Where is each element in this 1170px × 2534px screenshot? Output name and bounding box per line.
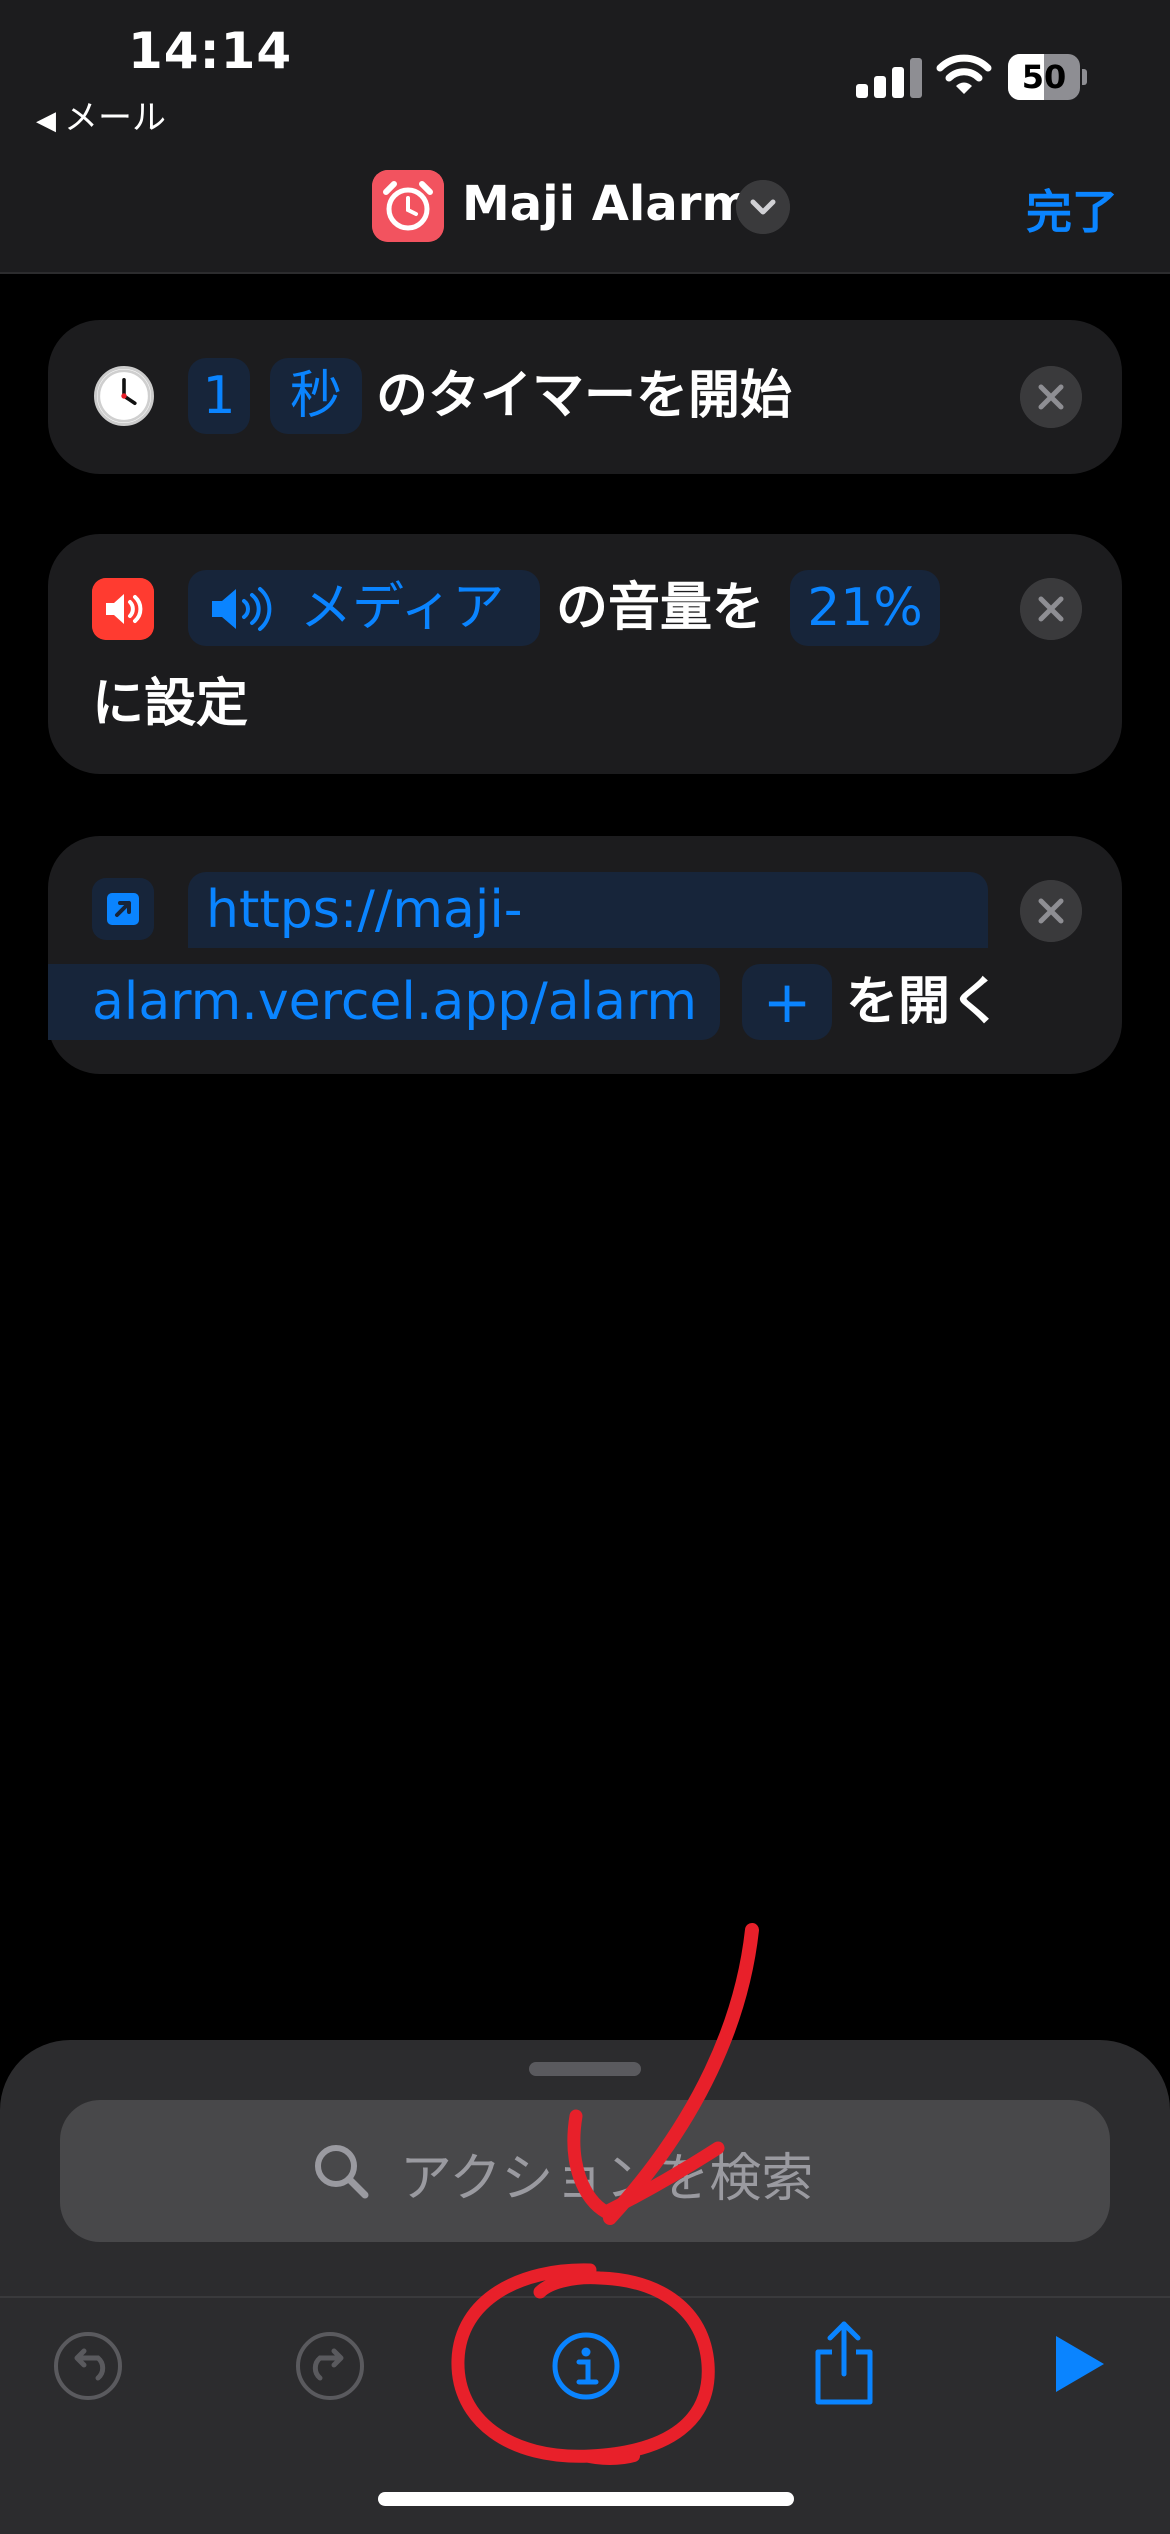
battery-icon: 50 — [1008, 54, 1088, 100]
remove-action-icon[interactable] — [1020, 578, 1082, 640]
volume-target-token[interactable]: メディア — [188, 570, 540, 646]
volume-value-token[interactable]: 21% — [790, 570, 940, 646]
link-icon — [92, 878, 154, 940]
timer-action-text: のタイマーを開始 — [376, 366, 793, 426]
alarm-clock-icon — [372, 170, 444, 242]
timer-unit-token[interactable]: 秒 — [270, 358, 362, 434]
volume-target-label: メディア — [300, 578, 505, 638]
back-to-app-button[interactable]: ◀ メール — [36, 90, 166, 139]
nav-divider — [0, 272, 1170, 274]
annotation-overlay — [451, 1923, 759, 2465]
add-variable-button[interactable]: + — [742, 964, 832, 1040]
clock-icon — [94, 366, 154, 426]
volume-action-text: の音量を — [556, 578, 765, 638]
speaker-icon — [92, 578, 154, 640]
back-app-label: メール — [64, 98, 166, 138]
battery-percent: 50 — [1021, 58, 1067, 96]
remove-action-icon[interactable] — [1020, 880, 1082, 942]
chevron-down-icon[interactable] — [736, 180, 790, 234]
url-token-line-1[interactable]: https://maji- — [188, 872, 988, 948]
remove-action-icon[interactable] — [1020, 366, 1082, 428]
shortcut-title[interactable]: Maji Alarm — [462, 176, 751, 232]
wifi-icon — [936, 54, 992, 94]
volume-action-text-2: に設定 — [92, 674, 249, 734]
back-triangle-icon: ◀ — [36, 106, 56, 136]
done-button[interactable]: 完了 — [1026, 176, 1118, 242]
timer-value-token[interactable]: 1 — [188, 358, 250, 434]
cellular-signal-icon — [856, 56, 928, 98]
open-url-action-text: を開く — [846, 972, 1003, 1032]
url-token-line-2[interactable]: alarm.vercel.app/alarm — [48, 964, 720, 1040]
speaker-wave-icon — [212, 587, 272, 631]
status-time: 14:14 — [128, 22, 293, 80]
